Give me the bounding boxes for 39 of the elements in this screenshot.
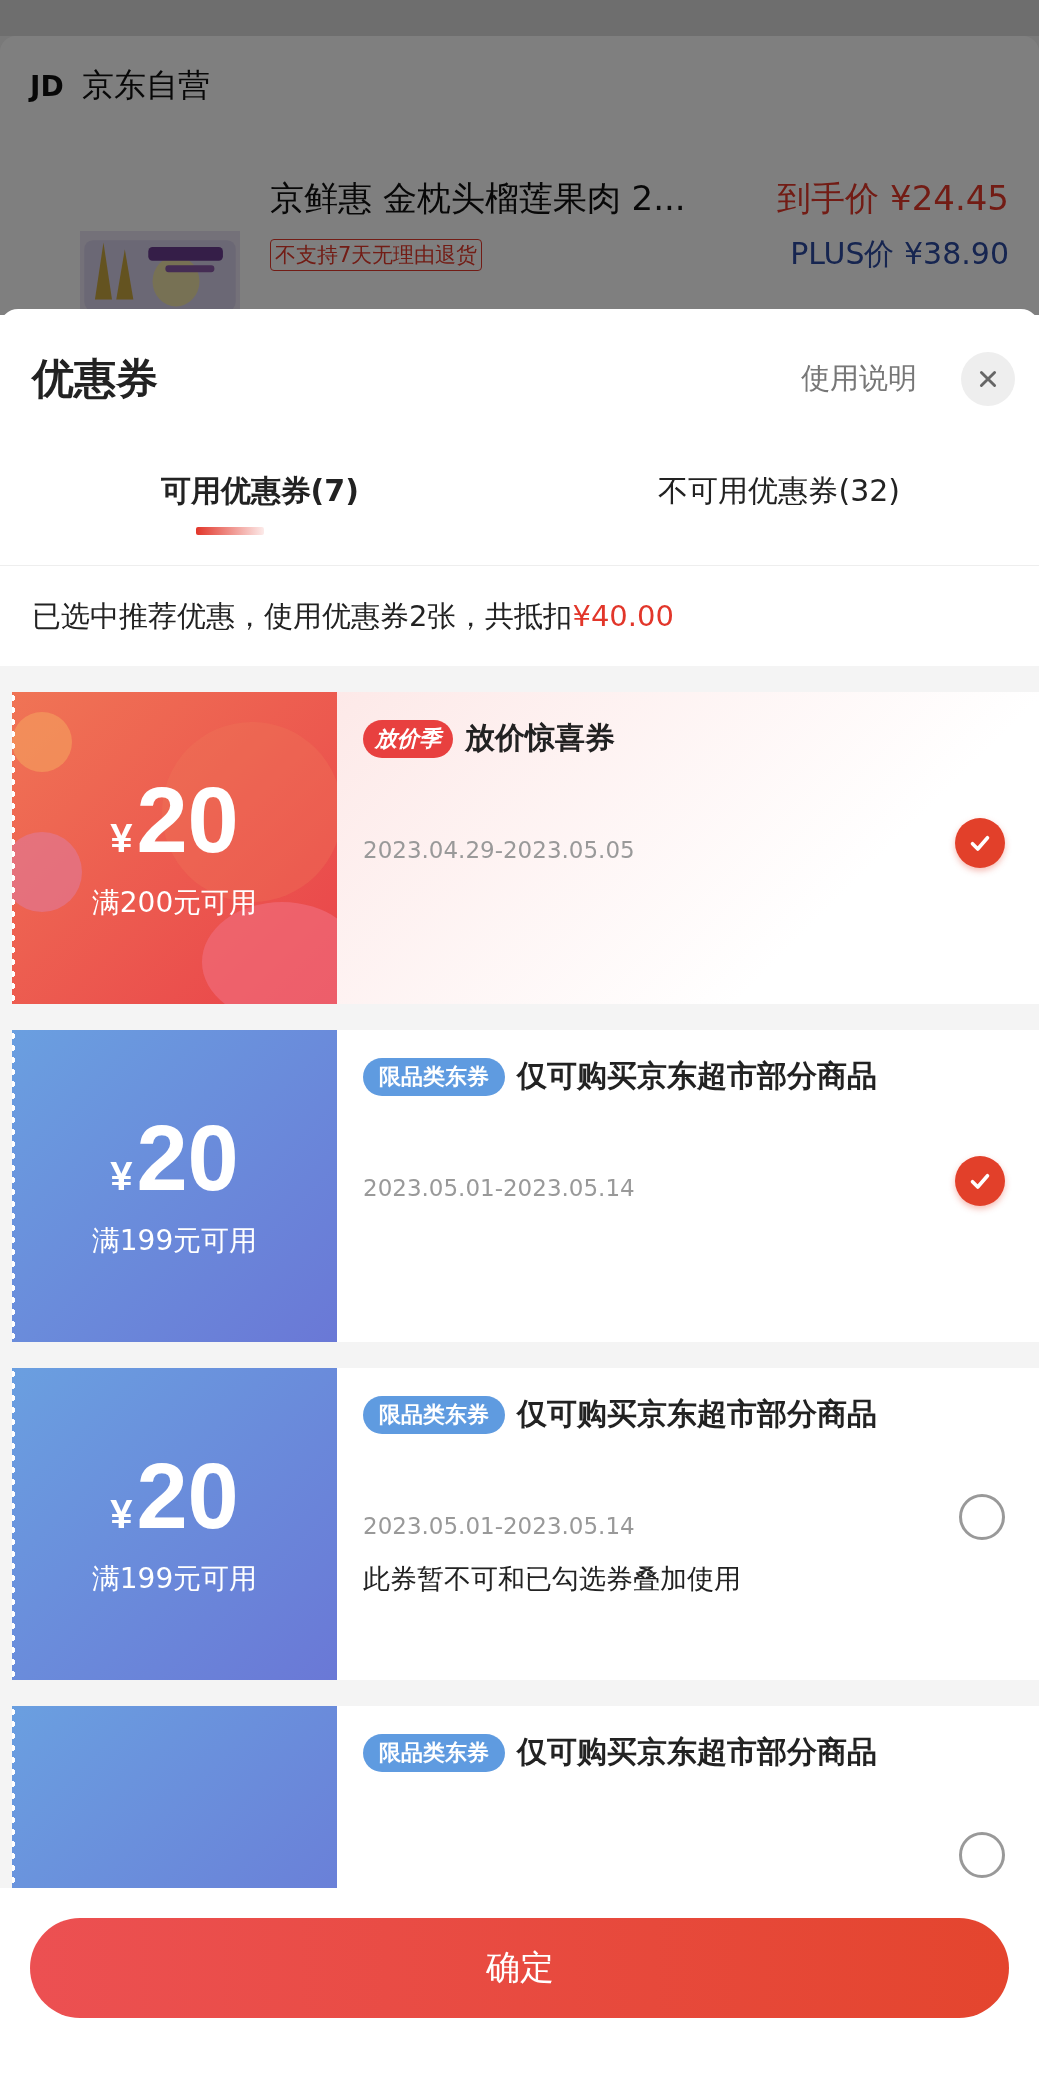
- tab-underline: [195, 527, 264, 535]
- coupon-condition: 满200元可用: [91, 885, 258, 921]
- coupon-amount: ¥20: [110, 774, 239, 866]
- discount-summary: 已选中推荐优惠，使用优惠券2张，共抵扣¥40.00: [31, 598, 675, 635]
- sheet-title: 优惠券: [32, 353, 159, 405]
- coupon-tab[interactable]: 不可用优惠券(32): [658, 467, 901, 515]
- help-link[interactable]: 使用说明: [801, 359, 917, 399]
- store-logo: JD: [30, 69, 64, 103]
- coupon-amount: ¥20: [110, 1112, 239, 1204]
- coupon-dates: 2023.05.01-2023.05.14: [363, 1513, 635, 1539]
- coupon-badge: 限品类东券: [363, 1733, 505, 1772]
- product-title: 京鲜惠 金枕头榴莲果肉 2...: [270, 177, 686, 220]
- radio-button[interactable]: [959, 1494, 1005, 1540]
- coupon-badge: 限品类东券: [363, 1057, 505, 1096]
- coupon-title: 仅可购买京东超市部分商品: [517, 1395, 877, 1433]
- coupon-card[interactable]: ¥20 满199元可用 限品类东券 仅可购买京东超市部分商品 2023.05.01-2023.05.14: [12, 1030, 1039, 1342]
- checked-icon[interactable]: [955, 1156, 1005, 1206]
- coupon-condition: 满199元可用: [91, 1223, 258, 1259]
- coupon-note: 此券暂不可和已勾选券叠加使用: [363, 1562, 741, 1596]
- confirm-button[interactable]: 确定: [30, 1918, 1009, 2018]
- coupon-title: 放价惊喜券: [465, 719, 615, 757]
- coupon-card[interactable]: 限品类东券 仅可购买京东超市部分商品: [12, 1706, 1039, 1888]
- coupon-dates: 2023.04.29-2023.05.05: [363, 837, 635, 863]
- return-policy-tag: 不支持7天无理由退货: [270, 238, 483, 271]
- product-price: 到手价 ¥24.45: [777, 177, 1009, 220]
- coupon-badge: 放价季: [363, 719, 453, 758]
- coupon-card[interactable]: ¥20 满199元可用 限品类东券 仅可购买京东超市部分商品 2023.05.01-2023.05.14 此券暂不可和已勾选券叠加使用: [12, 1368, 1039, 1680]
- checked-icon[interactable]: [955, 818, 1005, 868]
- coupon-title: 仅可购买京东超市部分商品: [517, 1057, 877, 1095]
- coupon-tab[interactable]: 可用优惠券(7): [160, 467, 359, 515]
- coupon-dates: 2023.05.01-2023.05.14: [363, 1175, 635, 1201]
- coupon-condition: 满199元可用: [91, 1561, 258, 1597]
- radio-button[interactable]: [959, 1832, 1005, 1878]
- coupon-title: 仅可购买京东超市部分商品: [517, 1733, 877, 1771]
- store-name: 京东自营: [81, 65, 210, 106]
- plus-price: PLUS价 ¥38.90: [790, 235, 1009, 273]
- coupon-badge: 限品类东券: [363, 1395, 505, 1434]
- close-icon: [977, 368, 999, 390]
- coupon-amount: ¥20: [110, 1450, 239, 1542]
